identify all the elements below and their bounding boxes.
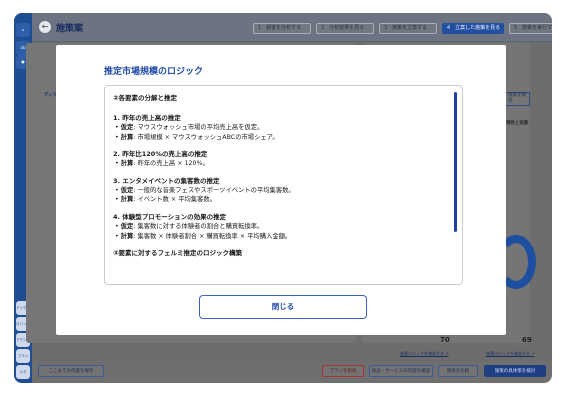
save-progress-button[interactable]: ここまでの作業を保存 xyxy=(38,365,104,377)
item-bullet: • 計算: 集客数 × 体験者割合 × 購買転換率 × 平均購入金額。 xyxy=(115,232,292,240)
step-5[interactable]: 5 施策を実行する xyxy=(509,23,552,34)
score-left: 70 xyxy=(440,336,450,344)
step-1[interactable]: 1 顧客を分析する xyxy=(253,23,311,34)
next-section-heading: ③要素に対するフェルミ推定のロジック構築 xyxy=(113,249,243,258)
item-bullet: • 計算: 市場規模 × マウスウォッシュABCの市場シェア。 xyxy=(115,133,279,141)
check-product-button[interactable]: 商品・サービスの内容を確認 xyxy=(369,365,433,377)
item-bullet: • 仮定: 一般的な音楽フェスやスポーツイベントの平均集客数。 xyxy=(115,186,295,194)
delete-plan-button[interactable]: プランを削除 xyxy=(322,365,364,377)
item-heading: 4. 体験型プロモーションの効果の推定 xyxy=(113,212,227,221)
rail-tab-memo[interactable]: メモ xyxy=(16,365,30,379)
compare-plans-button[interactable]: 施策を比較 xyxy=(438,365,478,377)
score-right: 69 xyxy=(522,336,532,344)
logic-modal: 推定市場規模のロジック ②各要素の分解と推定 1. 昨年の売上高の推定 • 仮定… xyxy=(56,45,506,335)
modal-title: 推定市場規模のロジック xyxy=(104,67,204,77)
item-bullet: • 仮定: マウスウォッシュ市場の平均売上高を仮定。 xyxy=(115,124,264,131)
item-heading: 1. 昨年の売上高の推定 xyxy=(113,114,181,122)
item-heading: 3. エンタメイベントの集客数の推定 xyxy=(113,176,220,185)
item-bullet: • 仮定: 集客数に対する体験者の割合と購買転換率。 xyxy=(115,222,264,230)
page-title: 施策案 xyxy=(56,24,84,34)
close-button[interactable]: 閉じる xyxy=(199,295,367,319)
top-bar: ← 施策案 1 顧客を分析する 2 分析結果を見る 3 施策を立案する 4 立案… xyxy=(32,13,552,42)
save-plan-button[interactable]: 施策を保存 xyxy=(504,92,530,106)
logic-content: ②各要素の分解と推定 1. 昨年の売上高の推定 • 仮定: マウスウォッシュ市場… xyxy=(105,86,450,284)
logic-scroll-box[interactable]: ②各要素の分解と推定 1. 昨年の売上高の推定 • 仮定: マウスウォッシュ市場… xyxy=(104,85,463,285)
item-bullet: • 計算: 昨年の売上高 × 120%。 xyxy=(115,160,209,168)
right-panel-snippet: 理性と拡散 xyxy=(506,121,529,126)
back-arrow-icon[interactable]: ← xyxy=(39,21,51,33)
item-bullet: • 計算: イベント数 × 平均集客数。 xyxy=(115,196,216,204)
step-3[interactable]: 3 施策を立案する xyxy=(379,23,437,34)
logic-link-left[interactable]: 施策ロジックを確認する ↗ xyxy=(400,351,449,357)
execute-plan-button[interactable]: 施策の具体策を検討 xyxy=(484,365,546,377)
home-icon[interactable]: ⌂ xyxy=(16,23,30,37)
section-heading: ②各要素の分解と推定 xyxy=(113,94,178,102)
scrollbar-thumb[interactable] xyxy=(454,92,457,232)
logic-link-right[interactable]: 施策ロジックを確認する ↗ xyxy=(486,351,535,357)
rail-tab-plan[interactable]: プラン xyxy=(16,349,30,363)
step-4-active[interactable]: 4 立案した施策を見る xyxy=(442,23,504,34)
item-heading: 2. 昨年比120%の売上高の推定 xyxy=(113,150,208,159)
step-2[interactable]: 2 分析結果を見る xyxy=(316,23,374,34)
